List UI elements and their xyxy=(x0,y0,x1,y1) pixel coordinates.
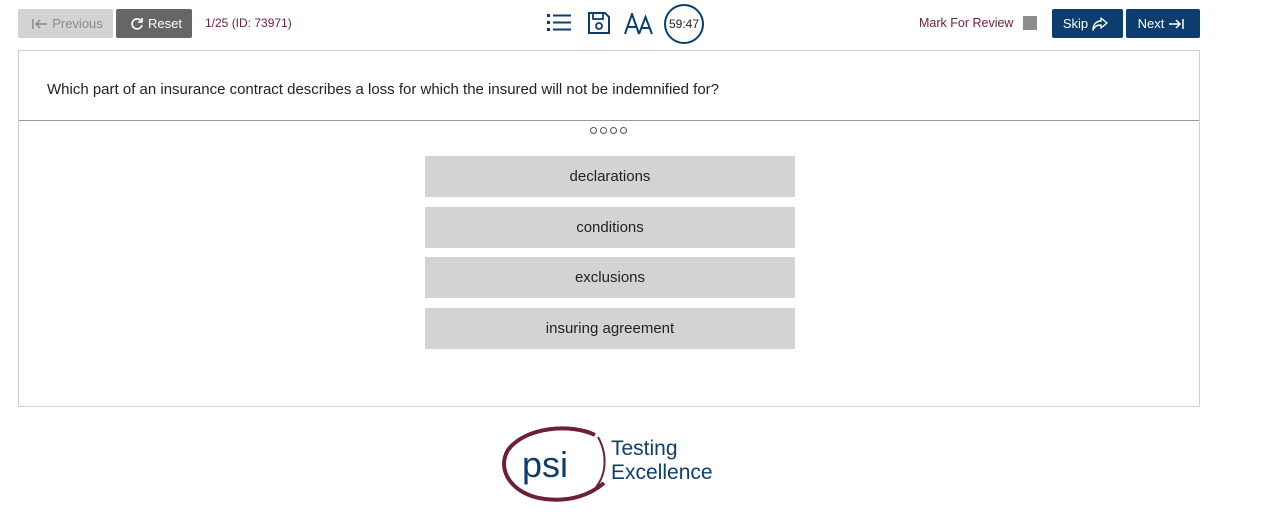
reset-label: Reset xyxy=(148,16,182,31)
arrow-left-to-line-icon xyxy=(32,18,48,30)
answer-option[interactable]: conditions xyxy=(425,206,795,248)
arrow-right-to-line-icon xyxy=(1168,18,1185,30)
handle-dot xyxy=(590,127,597,134)
handle-dot xyxy=(620,127,627,134)
handle-dot xyxy=(600,127,607,134)
answer-option[interactable]: exclusions xyxy=(425,257,795,298)
refresh-icon xyxy=(130,17,144,31)
answer-options: declarations conditions exclusions insur… xyxy=(425,156,795,358)
timer-value: 59:47 xyxy=(668,17,700,31)
skip-label: Skip xyxy=(1062,16,1089,31)
next-label: Next xyxy=(1137,16,1165,31)
answer-option[interactable]: declarations xyxy=(425,156,795,197)
mark-for-review-label[interactable]: Mark For Review xyxy=(919,16,1013,30)
handle-dot xyxy=(610,127,617,134)
font-size-icon[interactable] xyxy=(624,11,654,37)
next-button[interactable]: Next xyxy=(1126,9,1200,38)
previous-label: Previous xyxy=(52,16,103,31)
logo-tagline-line2: Excellence xyxy=(611,461,713,484)
skip-button[interactable]: Skip xyxy=(1052,9,1123,38)
logo-brand-text: psi xyxy=(522,444,568,485)
previous-button[interactable]: Previous xyxy=(18,9,113,38)
reset-button[interactable]: Reset xyxy=(116,9,192,38)
question-panel: Which part of an insurance contract desc… xyxy=(18,50,1200,407)
save-icon[interactable] xyxy=(586,10,612,36)
question-text: Which part of an insurance contract desc… xyxy=(47,81,720,98)
psi-logo: psi Testing Excellence xyxy=(500,425,730,505)
mark-for-review-checkbox[interactable] xyxy=(1023,16,1037,30)
question-counter: 1/25 (ID: 73971) xyxy=(205,16,292,30)
logo-tagline: Testing Excellence xyxy=(611,437,713,485)
share-arrow-icon xyxy=(1092,16,1108,31)
divider xyxy=(19,120,1199,121)
logo-tagline-line1: Testing xyxy=(611,437,678,460)
top-toolbar: Previous Reset 1/25 (ID: 73971) 59:47 Ma… xyxy=(0,0,1280,46)
resize-handle[interactable] xyxy=(590,127,627,134)
list-icon[interactable] xyxy=(546,10,572,36)
answer-option[interactable]: insuring agreement xyxy=(425,307,795,349)
timer-icon: 59:47 xyxy=(664,4,704,44)
